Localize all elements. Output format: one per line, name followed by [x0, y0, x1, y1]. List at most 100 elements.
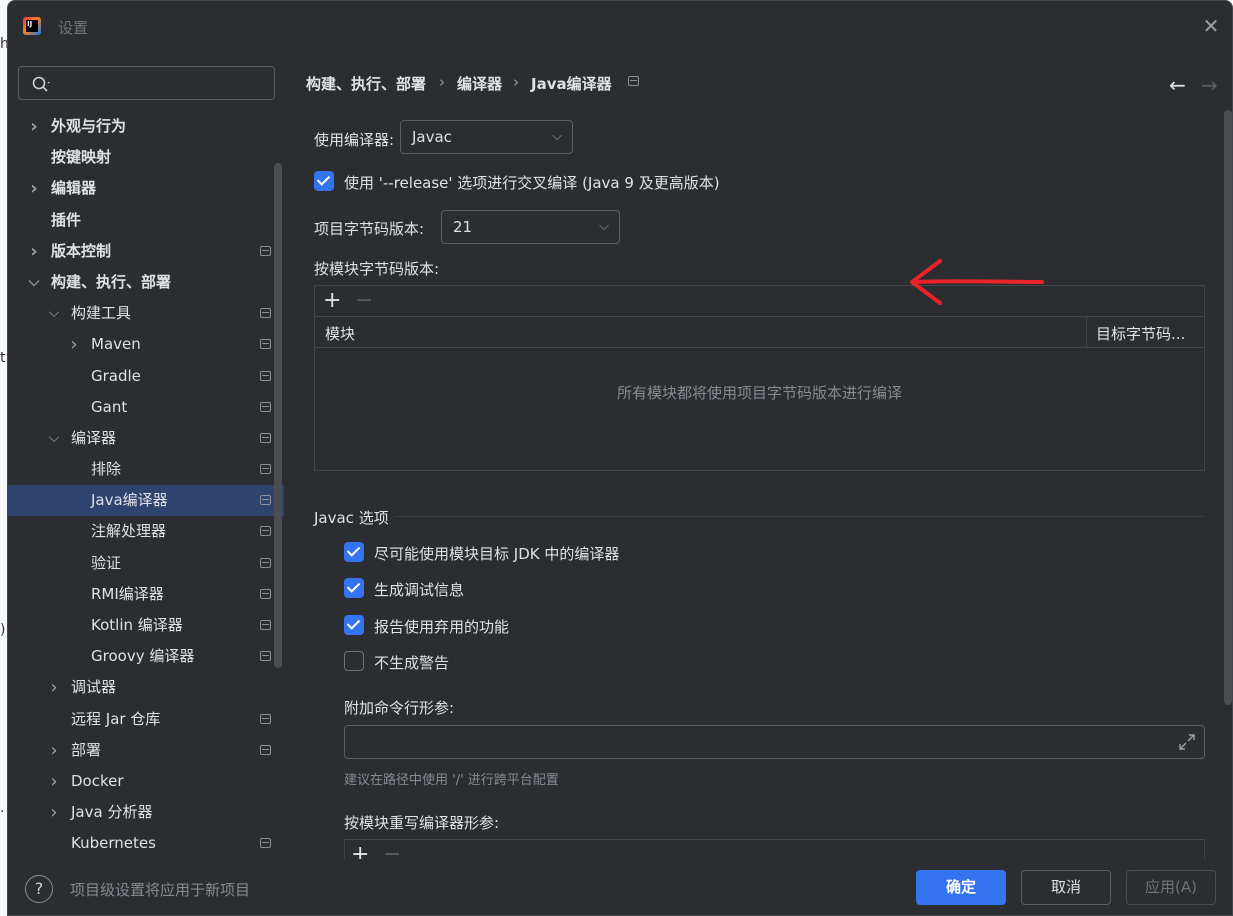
sidebar-item[interactable]: › 编辑器	[8, 173, 284, 204]
compiler-select[interactable]: Javac ⌵	[400, 120, 573, 154]
javac-option-checkbox[interactable]	[344, 578, 364, 598]
sidebar-item-label: 远程 Jar 仓库	[71, 709, 161, 728]
add-icon[interactable]: +	[323, 288, 341, 313]
window-title: 设置	[58, 19, 89, 37]
bytecode-select-value: 21	[453, 218, 473, 236]
table-toolbar: + −	[315, 286, 1204, 317]
project-scope-icon	[260, 526, 271, 537]
breadcrumb-item[interactable]: 编译器	[457, 73, 502, 94]
per-module-bytecode-table: + − 模块 目标字节码... 所有模块都将使用项目字节码版本进行编译	[314, 285, 1205, 471]
chevron-down-icon[interactable]: ⌵	[47, 298, 61, 329]
sidebar-item-label: Groovy 编译器	[91, 647, 195, 666]
bytecode-version-select[interactable]: 21 ⌵	[441, 210, 620, 244]
sidebar-item[interactable]: › Maven	[8, 329, 284, 360]
sidebar-item[interactable]: Kubernetes	[8, 828, 284, 859]
apply-button[interactable]: 应用(A)	[1126, 870, 1216, 905]
javac-option-label: 生成调试信息	[374, 581, 465, 599]
ok-button[interactable]: 确定	[916, 870, 1006, 905]
override-params-table: + −	[344, 839, 1205, 859]
breadcrumb-item[interactable]: 构建、执行、部署	[306, 73, 426, 94]
project-scope-icon	[260, 838, 271, 849]
project-scope-icon	[628, 76, 639, 86]
chevron-right-icon[interactable]: ›	[27, 173, 41, 204]
add-icon[interactable]: +	[351, 842, 369, 859]
sidebar-item[interactable]: 按键映射	[8, 142, 284, 173]
column-header-module[interactable]: 模块	[325, 323, 355, 344]
sidebar-item[interactable]: › 部署	[8, 735, 284, 766]
settings-dialog: IJ 设置 ✕ › 外观与行为 按键映射 › 编辑器 插件 › 版本控制 ⌵ 构建、执行、部署 ⌵ 构…	[7, 0, 1233, 916]
column-divider[interactable]	[1086, 317, 1087, 348]
red-annotation-arrow-icon	[910, 259, 1044, 305]
sidebar-item-label: Kotlin 编译器	[91, 616, 183, 634]
sidebar-item[interactable]: › Docker	[8, 766, 284, 797]
sidebar-item-label: Maven	[91, 335, 141, 354]
release-option-checkbox[interactable]	[314, 171, 334, 191]
chevron-down-icon[interactable]: ⌵	[27, 267, 41, 298]
sidebar-item[interactable]: RMI编译器	[8, 579, 284, 610]
back-arrow-icon[interactable]: ←	[1169, 73, 1186, 97]
sidebar-item-label: 部署	[71, 740, 102, 759]
search-icon	[32, 76, 50, 92]
sidebar-item[interactable]: 远程 Jar 仓库	[8, 704, 284, 735]
forward-arrow-icon[interactable]: →	[1201, 73, 1218, 97]
search-input[interactable]	[18, 66, 275, 100]
title-bar: IJ 设置 ✕	[8, 1, 1232, 53]
breadcrumb-separator: ›	[439, 73, 445, 91]
content-scrollbar[interactable]	[1224, 110, 1232, 705]
project-scope-icon	[260, 401, 271, 412]
cmd-params-label: 附加命令行形参:	[344, 699, 455, 717]
chevron-down-icon[interactable]: ⌵	[47, 423, 61, 454]
sidebar-item-label: 编译器	[71, 428, 117, 447]
intellij-logo-icon: IJ	[23, 17, 41, 35]
sidebar-item[interactable]: 验证	[8, 548, 284, 579]
sidebar-item[interactable]: 注解处理器	[8, 516, 284, 547]
release-option-label: 使用 '--release' 选项进行交叉编译 (Java 9 及更高版本)	[344, 174, 720, 192]
chevron-right-icon[interactable]: ›	[47, 797, 61, 828]
chevron-right-icon[interactable]: ›	[27, 111, 41, 142]
sidebar-item[interactable]: Gradle	[8, 361, 284, 392]
chevron-right-icon[interactable]: ›	[47, 672, 61, 703]
sidebar-scrollbar[interactable]	[274, 163, 282, 668]
sidebar-item[interactable]: Groovy 编译器	[8, 641, 284, 672]
sidebar-item[interactable]: 排除	[8, 454, 284, 485]
sidebar-item[interactable]: › 外观与行为	[8, 111, 284, 142]
chevron-right-icon[interactable]: ›	[67, 329, 81, 360]
bytecode-label: 项目字节码版本:	[314, 220, 425, 238]
settings-content: 构建、执行、部署 › 编译器 › Java编译器 ← → 使用编译器: Java…	[284, 53, 1232, 859]
expand-icon[interactable]	[1178, 733, 1196, 751]
project-scope-icon	[260, 370, 271, 381]
chevron-right-icon[interactable]: ›	[47, 735, 61, 766]
cmd-params-hint: 建议在路径中使用 '/' 进行跨平台配置	[344, 773, 559, 788]
project-scope-icon	[260, 557, 271, 568]
javac-option-label: 不生成警告	[374, 654, 450, 672]
sidebar-item-label: Java编译器	[91, 491, 168, 510]
cmd-params-input[interactable]	[344, 725, 1205, 759]
chevron-right-icon[interactable]: ›	[27, 236, 41, 267]
sidebar-item[interactable]: Kotlin 编译器	[8, 610, 284, 641]
sidebar-item[interactable]: ⌵ 构建工具	[8, 298, 284, 329]
column-header-target[interactable]: 目标字节码...	[1096, 323, 1185, 344]
cancel-button[interactable]: 取消	[1021, 870, 1111, 905]
sidebar-item[interactable]: ⌵ 编译器	[8, 423, 284, 454]
help-icon[interactable]: ?	[25, 875, 53, 903]
sidebar-item[interactable]: › 调试器	[8, 672, 284, 703]
close-icon[interactable]: ✕	[1200, 15, 1222, 37]
javac-option-checkbox[interactable]	[344, 615, 364, 635]
sidebar-item[interactable]: Java编译器	[8, 485, 284, 517]
javac-option-checkbox[interactable]	[344, 651, 364, 671]
sidebar-item-label: 注解处理器	[91, 522, 167, 541]
project-scope-icon	[260, 245, 271, 256]
dialog-footer: ? 项目级设置将应用于新项目 确定 取消 应用(A)	[8, 859, 1232, 915]
sidebar-item-label: Kubernetes	[71, 834, 156, 853]
sidebar-item[interactable]: › 版本控制	[8, 236, 284, 267]
remove-icon: −	[355, 288, 374, 313]
chevron-down-icon: ⌵	[552, 129, 562, 144]
sidebar-item[interactable]: ⌵ 构建、执行、部署	[8, 267, 284, 298]
chevron-right-icon[interactable]: ›	[47, 766, 61, 797]
javac-option-checkbox[interactable]	[344, 542, 364, 562]
table-empty-text: 所有模块都将使用项目字节码版本进行编译	[616, 384, 902, 402]
sidebar-item[interactable]: 插件	[8, 205, 284, 236]
override-params-label: 按模块重写编译器形参:	[344, 814, 500, 832]
sidebar-item[interactable]: Gant	[8, 392, 284, 423]
sidebar-item[interactable]: › Java 分析器	[8, 797, 284, 828]
